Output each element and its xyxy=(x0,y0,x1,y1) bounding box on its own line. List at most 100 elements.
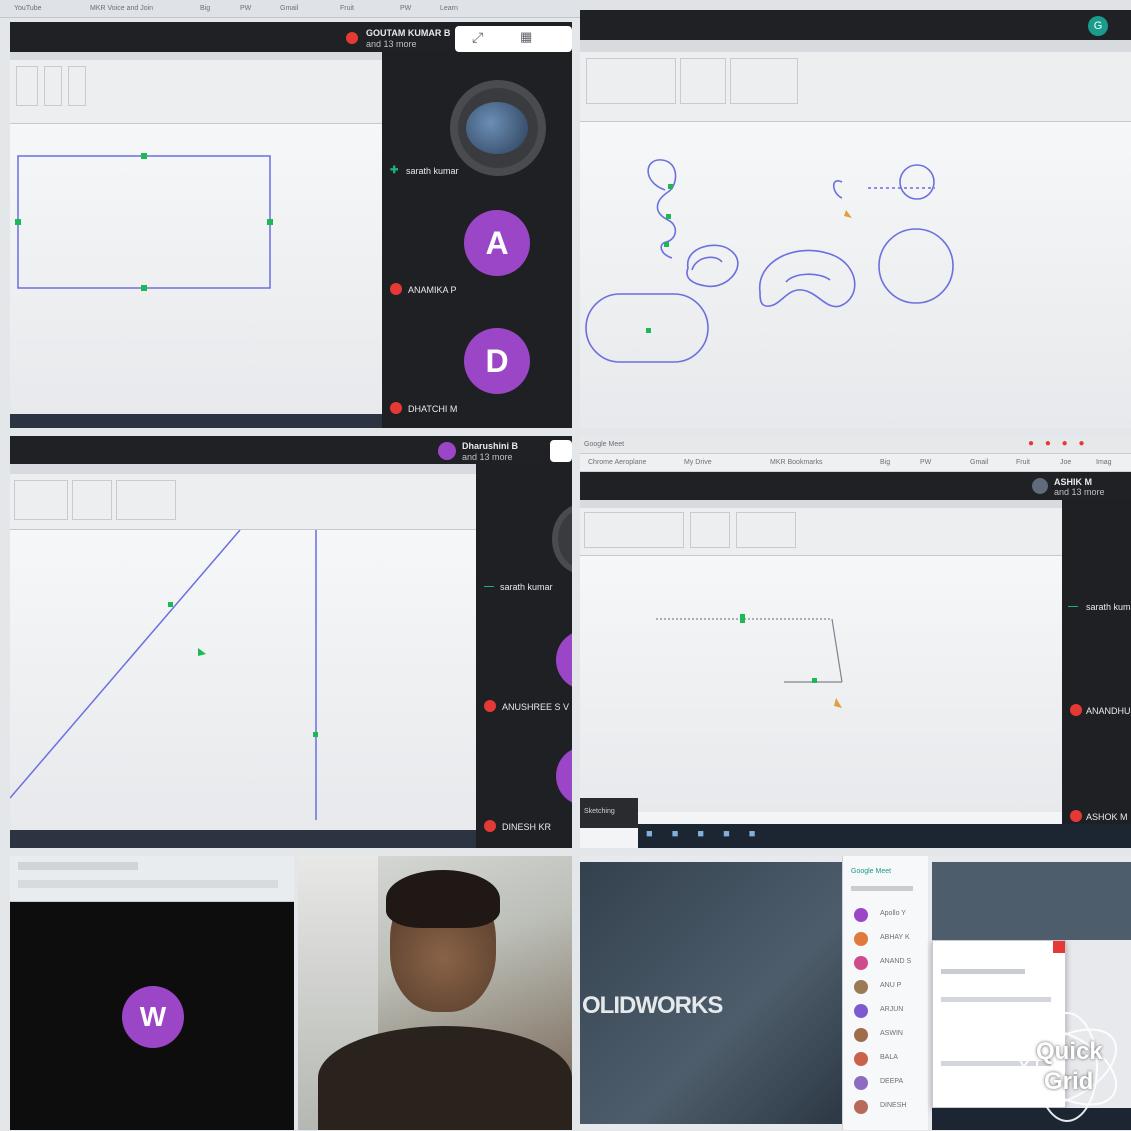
splash-text: OLIDWORKS xyxy=(582,992,723,1019)
bookmark[interactable]: Gmail xyxy=(970,459,988,466)
mic-off-icon xyxy=(390,402,402,414)
property-panel: Sketching xyxy=(580,798,638,828)
panel-label: Sketching xyxy=(584,808,615,815)
participant-sidebar: — sarath kumar ANANDHU J ASHOK M xyxy=(1062,500,1131,824)
bookmark[interactable]: MKR Bookmarks xyxy=(770,459,823,466)
browser-chrome xyxy=(10,856,294,902)
participant-name: DHATCHI M xyxy=(408,404,458,414)
avatar xyxy=(450,80,546,176)
tile-shared-screen-1[interactable]: GOUTAM KUMAR B and 13 more ⤢ ▦ ✚ sarath … xyxy=(10,22,572,428)
participant-name: ANAMIKA P xyxy=(408,285,457,295)
presenter-sub: and 13 more xyxy=(1054,487,1105,497)
browser-tab[interactable]: PW xyxy=(240,5,251,12)
bookmark-bar: Chrome Aeroplane My Drive MKR Bookmarks … xyxy=(580,454,1131,472)
sketch-tool-button[interactable] xyxy=(584,512,684,548)
browser-tab[interactable]: Big xyxy=(200,5,210,12)
pin-icon: — xyxy=(484,581,494,592)
solidworks-splash: OLIDWORKS xyxy=(580,862,842,1124)
bookmark[interactable]: Big xyxy=(880,459,890,466)
participant-name: sarath kumar xyxy=(406,166,459,176)
participant-name: ANANDHU J xyxy=(1086,706,1131,716)
avatar xyxy=(556,746,572,806)
sketch-canvas[interactable] xyxy=(580,122,1131,428)
tile-shared-screen-2[interactable]: G xyxy=(580,10,1131,428)
sketch-canvas[interactable] xyxy=(10,124,382,414)
solidworks-ribbon xyxy=(10,464,476,530)
browser-tab[interactable]: Fruit xyxy=(340,5,354,12)
mic-off-icon xyxy=(390,283,402,295)
presenter-avatar xyxy=(1032,478,1048,494)
avatar: A xyxy=(464,210,530,276)
presenter-avatar: G xyxy=(1088,16,1108,36)
avatar xyxy=(552,504,572,574)
line-tool-button[interactable] xyxy=(736,512,796,548)
tile-shared-screen-3[interactable]: Dharushini B and 13 more — sarath kumar … xyxy=(10,436,572,848)
smart-dimension-button[interactable] xyxy=(690,512,730,548)
line-tool-button[interactable] xyxy=(116,480,176,520)
line-tool-button[interactable] xyxy=(68,66,86,106)
line-tool-button[interactable] xyxy=(730,58,798,104)
browser-tab[interactable]: Gmail xyxy=(280,5,298,12)
tile-shared-screen-4[interactable]: Google Meet ● ● ● ● Chrome Aeroplane My … xyxy=(580,436,1131,848)
solidworks-window xyxy=(932,862,1131,940)
avatar: D xyxy=(464,328,530,394)
bookmark[interactable]: Chrome Aeroplane xyxy=(588,459,646,466)
watermark-ring-icon xyxy=(1016,1012,1118,1122)
window-title: Google Meet xyxy=(584,441,625,448)
sketch-rectangle xyxy=(15,153,273,291)
solidworks-ribbon xyxy=(580,500,1062,556)
bookmark[interactable]: My Drive xyxy=(684,459,712,466)
presenter-bar: G xyxy=(580,10,1131,40)
windows-taskbar: ■ ■ ■ ■ ■ xyxy=(638,824,1131,848)
grid-icon[interactable]: ▦ xyxy=(520,29,532,45)
tile-participant-video[interactable] xyxy=(298,856,572,1130)
browser-tab[interactable]: PW xyxy=(400,5,411,12)
chat-person: DINESH xyxy=(880,1102,907,1109)
bookmark[interactable]: PW xyxy=(920,459,931,466)
bookmark[interactable]: Joe xyxy=(1060,459,1071,466)
smart-dimension-button[interactable] xyxy=(680,58,726,104)
participant-name: DINESH KR xyxy=(502,822,552,832)
presenter-actions xyxy=(550,440,572,462)
browser-tab[interactable]: Learn xyxy=(440,5,458,12)
watermark-line2: Grid xyxy=(1044,1068,1094,1095)
sketch-tool-button[interactable] xyxy=(16,66,38,106)
window-controls[interactable]: ● ● ● ● xyxy=(1028,438,1089,449)
sketch-tool-button[interactable] xyxy=(14,480,68,520)
presenter-name: Dharushini B xyxy=(462,441,519,451)
smart-dimension-button[interactable] xyxy=(72,480,112,520)
browser-tab[interactable]: MKR Voice and Join xyxy=(90,5,153,12)
bookmark[interactable]: Fruit xyxy=(1016,459,1030,466)
solidworks-ribbon xyxy=(580,40,1131,122)
windows-taskbar xyxy=(10,414,382,428)
pin-icon[interactable]: ⤢ xyxy=(472,29,483,46)
participant-name: ASHOK M xyxy=(1086,812,1128,822)
presenter-bar: GOUTAM KUMAR B and 13 more ⤢ ▦ xyxy=(10,22,572,52)
chat-person: ARJUN xyxy=(880,1006,904,1013)
avatar: W xyxy=(122,986,184,1048)
participant-sidebar: — sarath kumar ANUSHREE S V DINESH KR xyxy=(476,464,572,848)
chat-person: DEEPA xyxy=(880,1078,904,1085)
smart-dimension-button[interactable] xyxy=(44,66,62,106)
avatar xyxy=(556,630,572,690)
windows-taskbar xyxy=(10,830,476,848)
sketch-curves xyxy=(585,159,954,363)
presenter-name: GOUTAM KUMAR B xyxy=(366,28,451,38)
sketch-lines xyxy=(656,614,843,708)
sketch-tool-button[interactable] xyxy=(586,58,676,104)
participant-name: sarath kumar xyxy=(1086,602,1131,612)
pin-icon: — xyxy=(1068,601,1078,612)
close-icon[interactable] xyxy=(1053,941,1065,953)
presenter-name: ASHIK M xyxy=(1054,477,1092,487)
chat-person: ANU P xyxy=(880,982,902,989)
sketch-canvas[interactable] xyxy=(10,529,476,830)
sketch-canvas[interactable] xyxy=(580,556,1062,812)
watermark-line1: Quick xyxy=(1036,1038,1103,1065)
mic-off-icon xyxy=(484,820,496,832)
person-hair xyxy=(386,870,500,928)
browser-tab[interactable]: YouTube xyxy=(14,5,42,12)
chat-person: Apollo Y xyxy=(880,910,906,917)
mic-off-icon xyxy=(1070,704,1082,716)
tile-participant-avatar[interactable]: W xyxy=(10,856,294,1130)
bookmark[interactable]: Imag xyxy=(1096,459,1112,466)
